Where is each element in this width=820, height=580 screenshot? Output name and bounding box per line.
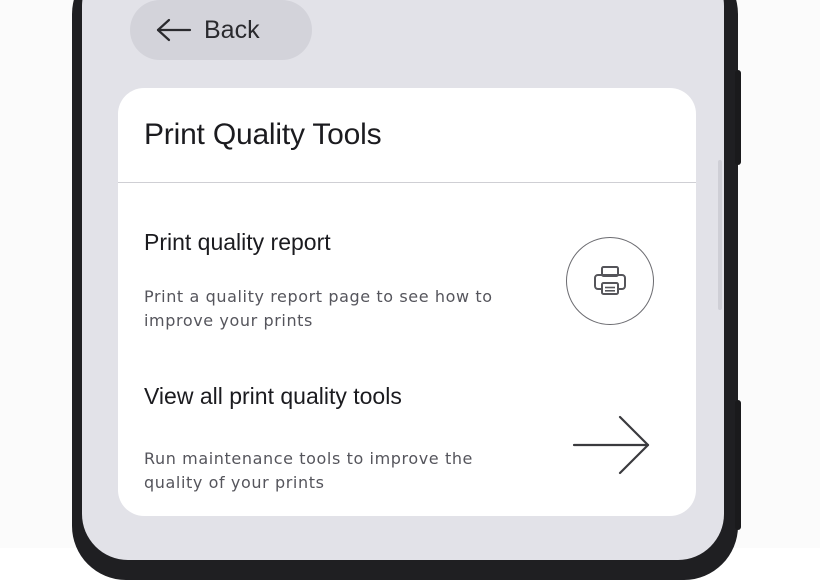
phone-screen: Back Print Quality Tools Print quality r…: [82, 0, 724, 560]
item-title: Print quality report: [144, 229, 331, 255]
scroll-indicator[interactable]: [718, 160, 722, 310]
back-button[interactable]: Back: [130, 0, 312, 60]
back-button-label: Back: [204, 15, 260, 44]
item-title: View all print quality tools: [144, 383, 402, 409]
arrow-left-icon: [156, 18, 192, 42]
phone-side-button: [735, 70, 741, 165]
view-all-print-quality-tools-item[interactable]: View all print quality tools Run mainten…: [118, 355, 696, 525]
print-quality-report-button[interactable]: [566, 237, 654, 325]
item-description: Run maintenance tools to improve the qua…: [144, 449, 473, 492]
print-quality-report-item[interactable]: Print quality report Print a quality rep…: [118, 183, 696, 355]
print-quality-tools-card: Print Quality Tools Print quality report…: [118, 88, 696, 516]
phone-side-button: [735, 400, 741, 530]
card-title: Print Quality Tools: [144, 118, 382, 151]
arrow-right-icon[interactable]: [572, 415, 652, 475]
printer-icon: [594, 266, 626, 295]
item-description: Print a quality report page to see how t…: [144, 287, 493, 330]
